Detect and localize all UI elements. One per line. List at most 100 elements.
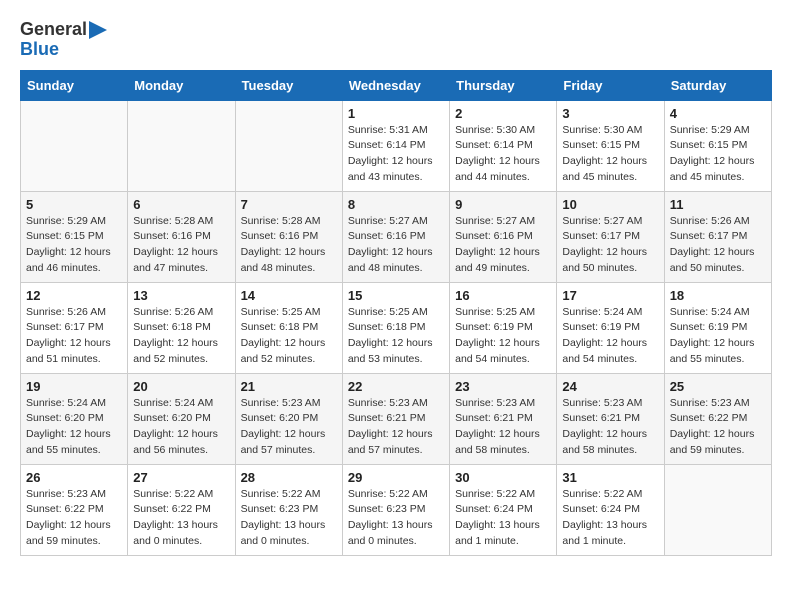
day-number: 6 bbox=[133, 197, 229, 212]
day-info: Sunrise: 5:24 AM Sunset: 6:20 PM Dayligh… bbox=[133, 396, 229, 459]
day-info: Sunrise: 5:29 AM Sunset: 6:15 PM Dayligh… bbox=[26, 214, 122, 277]
day-info: Sunrise: 5:24 AM Sunset: 6:19 PM Dayligh… bbox=[562, 305, 658, 368]
day-number: 20 bbox=[133, 379, 229, 394]
day-number: 23 bbox=[455, 379, 551, 394]
calendar-week-row: 1Sunrise: 5:31 AM Sunset: 6:14 PM Daylig… bbox=[21, 100, 772, 191]
column-header-tuesday: Tuesday bbox=[235, 70, 342, 100]
calendar-cell: 14 Sunrise: 5:25 AM Sunset: 6:18 PM Dayli… bbox=[235, 282, 342, 373]
logo-general-text: General bbox=[20, 20, 87, 40]
day-number: 4 bbox=[670, 106, 766, 121]
calendar-cell: 19 Sunrise: 5:24 AM Sunset: 6:20 PM Dayli… bbox=[21, 373, 128, 464]
logo: GeneralBlue bbox=[20, 20, 107, 60]
day-info: Sunrise: 5:23 AM Sunset: 6:21 PM Dayligh… bbox=[562, 396, 658, 459]
day-number: 13 bbox=[133, 288, 229, 303]
calendar-cell: 5 Sunrise: 5:29 AM Sunset: 6:15 PM Daylig… bbox=[21, 191, 128, 282]
day-info: Sunrise: 5:22 AM Sunset: 6:22 PM Dayligh… bbox=[133, 487, 229, 550]
calendar-cell: 1Sunrise: 5:31 AM Sunset: 6:14 PM Daylig… bbox=[342, 100, 449, 191]
calendar-cell: 23 Sunrise: 5:23 AM Sunset: 6:21 PM Dayli… bbox=[450, 373, 557, 464]
day-info: Sunrise: 5:29 AM Sunset: 6:15 PM Dayligh… bbox=[670, 123, 766, 186]
day-info: Sunrise: 5:26 AM Sunset: 6:18 PM Dayligh… bbox=[133, 305, 229, 368]
day-number: 14 bbox=[241, 288, 337, 303]
calendar-cell: 21 Sunrise: 5:23 AM Sunset: 6:20 PM Dayli… bbox=[235, 373, 342, 464]
calendar-table: SundayMondayTuesdayWednesdayThursdayFrid… bbox=[20, 70, 772, 556]
column-header-thursday: Thursday bbox=[450, 70, 557, 100]
day-info: Sunrise: 5:28 AM Sunset: 6:16 PM Dayligh… bbox=[133, 214, 229, 277]
day-number: 10 bbox=[562, 197, 658, 212]
calendar-cell: 22Sunrise: 5:23 AM Sunset: 6:21 PM Dayli… bbox=[342, 373, 449, 464]
day-info: Sunrise: 5:27 AM Sunset: 6:16 PM Dayligh… bbox=[455, 214, 551, 277]
column-header-friday: Friday bbox=[557, 70, 664, 100]
day-number: 1 bbox=[348, 106, 444, 121]
calendar-cell bbox=[21, 100, 128, 191]
calendar-cell: 18Sunrise: 5:24 AM Sunset: 6:19 PM Dayli… bbox=[664, 282, 771, 373]
day-info: Sunrise: 5:26 AM Sunset: 6:17 PM Dayligh… bbox=[670, 214, 766, 277]
day-info: Sunrise: 5:24 AM Sunset: 6:20 PM Dayligh… bbox=[26, 396, 122, 459]
day-number: 27 bbox=[133, 470, 229, 485]
page-header: GeneralBlue bbox=[20, 20, 772, 60]
day-info: Sunrise: 5:26 AM Sunset: 6:17 PM Dayligh… bbox=[26, 305, 122, 368]
calendar-cell: 16 Sunrise: 5:25 AM Sunset: 6:19 PM Dayli… bbox=[450, 282, 557, 373]
calendar-week-row: 19 Sunrise: 5:24 AM Sunset: 6:20 PM Dayli… bbox=[21, 373, 772, 464]
calendar-cell: 11 Sunrise: 5:26 AM Sunset: 6:17 PM Dayli… bbox=[664, 191, 771, 282]
day-info: Sunrise: 5:25 AM Sunset: 6:18 PM Dayligh… bbox=[241, 305, 337, 368]
day-info: Sunrise: 5:22 AM Sunset: 6:24 PM Dayligh… bbox=[562, 487, 658, 550]
day-number: 12 bbox=[26, 288, 122, 303]
day-number: 15 bbox=[348, 288, 444, 303]
calendar-cell: 3 Sunrise: 5:30 AM Sunset: 6:15 PM Daylig… bbox=[557, 100, 664, 191]
day-info: Sunrise: 5:22 AM Sunset: 6:23 PM Dayligh… bbox=[241, 487, 337, 550]
day-number: 3 bbox=[562, 106, 658, 121]
day-info: Sunrise: 5:28 AM Sunset: 6:16 PM Dayligh… bbox=[241, 214, 337, 277]
day-info: Sunrise: 5:30 AM Sunset: 6:14 PM Dayligh… bbox=[455, 123, 551, 186]
day-number: 31 bbox=[562, 470, 658, 485]
calendar-cell: 15 Sunrise: 5:25 AM Sunset: 6:18 PM Dayli… bbox=[342, 282, 449, 373]
calendar-cell: 29Sunrise: 5:22 AM Sunset: 6:23 PM Dayli… bbox=[342, 464, 449, 555]
column-header-wednesday: Wednesday bbox=[342, 70, 449, 100]
logo-blue-text: Blue bbox=[20, 40, 59, 60]
calendar-week-row: 5 Sunrise: 5:29 AM Sunset: 6:15 PM Daylig… bbox=[21, 191, 772, 282]
calendar-cell: 25Sunrise: 5:23 AM Sunset: 6:22 PM Dayli… bbox=[664, 373, 771, 464]
day-number: 11 bbox=[670, 197, 766, 212]
day-info: Sunrise: 5:27 AM Sunset: 6:16 PM Dayligh… bbox=[348, 214, 444, 277]
calendar-cell: 13 Sunrise: 5:26 AM Sunset: 6:18 PM Dayli… bbox=[128, 282, 235, 373]
calendar-cell: 28 Sunrise: 5:22 AM Sunset: 6:23 PM Dayli… bbox=[235, 464, 342, 555]
column-header-monday: Monday bbox=[128, 70, 235, 100]
calendar-cell: 31 Sunrise: 5:22 AM Sunset: 6:24 PM Dayli… bbox=[557, 464, 664, 555]
day-info: Sunrise: 5:30 AM Sunset: 6:15 PM Dayligh… bbox=[562, 123, 658, 186]
day-info: Sunrise: 5:23 AM Sunset: 6:22 PM Dayligh… bbox=[26, 487, 122, 550]
day-info: Sunrise: 5:23 AM Sunset: 6:22 PM Dayligh… bbox=[670, 396, 766, 459]
calendar-cell: 7 Sunrise: 5:28 AM Sunset: 6:16 PM Daylig… bbox=[235, 191, 342, 282]
day-number: 29 bbox=[348, 470, 444, 485]
calendar-cell: 10Sunrise: 5:27 AM Sunset: 6:17 PM Dayli… bbox=[557, 191, 664, 282]
day-info: Sunrise: 5:22 AM Sunset: 6:24 PM Dayligh… bbox=[455, 487, 551, 550]
day-number: 5 bbox=[26, 197, 122, 212]
day-info: Sunrise: 5:23 AM Sunset: 6:21 PM Dayligh… bbox=[455, 396, 551, 459]
calendar-cell: 26 Sunrise: 5:23 AM Sunset: 6:22 PM Dayli… bbox=[21, 464, 128, 555]
day-number: 16 bbox=[455, 288, 551, 303]
day-info: Sunrise: 5:25 AM Sunset: 6:18 PM Dayligh… bbox=[348, 305, 444, 368]
day-number: 18 bbox=[670, 288, 766, 303]
day-number: 8 bbox=[348, 197, 444, 212]
day-number: 7 bbox=[241, 197, 337, 212]
calendar-week-row: 12 Sunrise: 5:26 AM Sunset: 6:17 PM Dayli… bbox=[21, 282, 772, 373]
day-number: 24 bbox=[562, 379, 658, 394]
day-number: 2 bbox=[455, 106, 551, 121]
calendar-cell: 24 Sunrise: 5:23 AM Sunset: 6:21 PM Dayli… bbox=[557, 373, 664, 464]
day-number: 21 bbox=[241, 379, 337, 394]
calendar-cell: 9 Sunrise: 5:27 AM Sunset: 6:16 PM Daylig… bbox=[450, 191, 557, 282]
day-number: 28 bbox=[241, 470, 337, 485]
calendar-cell bbox=[128, 100, 235, 191]
day-info: Sunrise: 5:23 AM Sunset: 6:20 PM Dayligh… bbox=[241, 396, 337, 459]
day-number: 30 bbox=[455, 470, 551, 485]
calendar-cell: 17Sunrise: 5:24 AM Sunset: 6:19 PM Dayli… bbox=[557, 282, 664, 373]
calendar-cell: 27 Sunrise: 5:22 AM Sunset: 6:22 PM Dayli… bbox=[128, 464, 235, 555]
calendar-cell: 6 Sunrise: 5:28 AM Sunset: 6:16 PM Daylig… bbox=[128, 191, 235, 282]
calendar-cell: 30 Sunrise: 5:22 AM Sunset: 6:24 PM Dayli… bbox=[450, 464, 557, 555]
day-number: 26 bbox=[26, 470, 122, 485]
day-number: 9 bbox=[455, 197, 551, 212]
day-number: 19 bbox=[26, 379, 122, 394]
calendar-cell: 8 Sunrise: 5:27 AM Sunset: 6:16 PM Daylig… bbox=[342, 191, 449, 282]
day-info: Sunrise: 5:25 AM Sunset: 6:19 PM Dayligh… bbox=[455, 305, 551, 368]
column-header-saturday: Saturday bbox=[664, 70, 771, 100]
column-header-sunday: Sunday bbox=[21, 70, 128, 100]
calendar-cell: 12 Sunrise: 5:26 AM Sunset: 6:17 PM Dayli… bbox=[21, 282, 128, 373]
